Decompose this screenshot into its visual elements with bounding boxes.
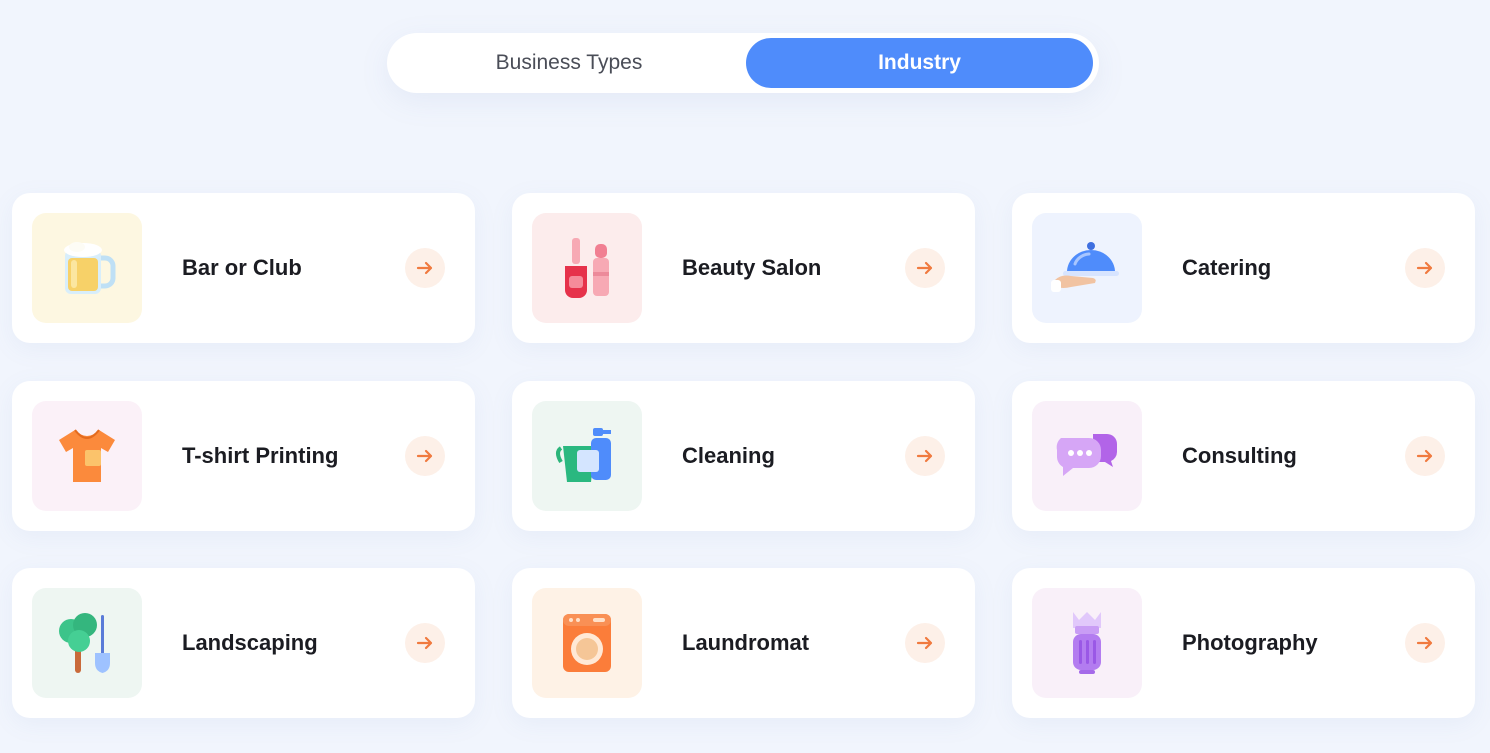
card-label: Consulting	[1182, 443, 1297, 468]
arrow-right-button[interactable]	[1405, 436, 1445, 476]
icon-tile	[32, 401, 142, 511]
industry-card-laundromat[interactable]: Laundromat	[512, 568, 975, 718]
arrow-right-icon	[916, 634, 934, 652]
industry-card-landscaping[interactable]: Landscaping	[12, 568, 475, 718]
card-label: Beauty Salon	[682, 255, 822, 280]
icon-tile	[32, 213, 142, 323]
arrow-right-icon	[1416, 447, 1434, 465]
industry-card-tshirt-printing[interactable]: T-shirt Printing	[12, 381, 475, 531]
card-label: Photography	[1182, 630, 1318, 655]
card-label: T-shirt Printing	[182, 443, 339, 468]
arrow-right-button[interactable]	[405, 436, 445, 476]
tab-industry[interactable]: Industry	[746, 38, 1093, 88]
icon-tile	[532, 588, 642, 698]
icon-tile	[1032, 213, 1142, 323]
arrow-right-button[interactable]	[905, 436, 945, 476]
icon-tile	[532, 401, 642, 511]
arrow-right-icon	[1416, 259, 1434, 277]
washing-machine-icon	[559, 612, 615, 674]
tree-shovel-icon	[57, 609, 117, 677]
arrow-right-button[interactable]	[405, 248, 445, 288]
card-label: Bar or Club	[182, 255, 302, 280]
industry-card-consulting[interactable]: Consulting	[1012, 381, 1475, 531]
icon-tile	[1032, 401, 1142, 511]
industry-card-beauty-salon[interactable]: Beauty Salon	[512, 193, 975, 343]
arrow-right-icon	[916, 447, 934, 465]
industry-card-catering[interactable]: Catering	[1012, 193, 1475, 343]
serving-cloche-icon	[1051, 240, 1123, 296]
cleaning-bucket-spray-icon	[555, 426, 619, 486]
industry-card-cleaning[interactable]: Cleaning	[512, 381, 975, 531]
card-label: Catering	[1182, 255, 1272, 280]
beer-mug-icon	[57, 236, 117, 300]
arrow-right-icon	[916, 259, 934, 277]
arrow-right-button[interactable]	[905, 248, 945, 288]
tab-business-types[interactable]: Business Types	[393, 38, 745, 88]
card-label: Cleaning	[682, 443, 775, 468]
arrow-right-button[interactable]	[905, 623, 945, 663]
nail-polish-lipstick-icon	[557, 236, 617, 300]
arrow-right-button[interactable]	[1405, 248, 1445, 288]
icon-tile	[32, 588, 142, 698]
arrow-right-button[interactable]	[1405, 623, 1445, 663]
arrow-right-icon	[1416, 634, 1434, 652]
card-label: Laundromat	[682, 630, 810, 655]
icon-tile	[532, 213, 642, 323]
category-toggle: Business Types Industry	[387, 33, 1099, 93]
icon-tile	[1032, 588, 1142, 698]
industry-card-photography[interactable]: Photography	[1012, 568, 1475, 718]
arrow-right-icon	[416, 259, 434, 277]
camera-lens-icon	[1065, 610, 1109, 676]
card-label: Landscaping	[182, 630, 318, 655]
industry-card-bar-or-club[interactable]: Bar or Club	[12, 193, 475, 343]
chat-bubbles-icon	[1055, 428, 1119, 484]
arrow-right-icon	[416, 634, 434, 652]
arrow-right-button[interactable]	[405, 623, 445, 663]
arrow-right-icon	[416, 447, 434, 465]
tshirt-icon	[55, 426, 119, 486]
